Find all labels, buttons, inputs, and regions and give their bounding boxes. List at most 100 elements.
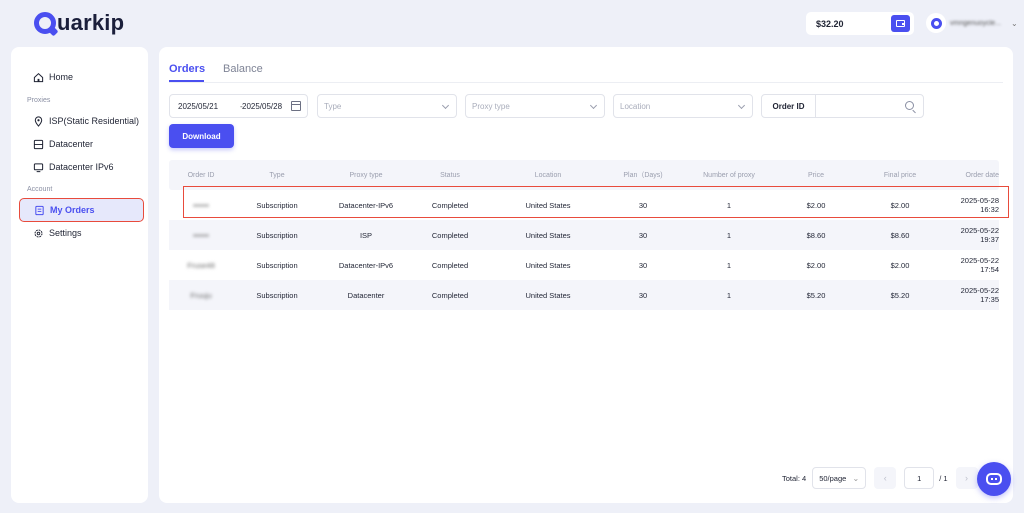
sidebar-item-label: ISP(Static Residential) bbox=[49, 116, 140, 126]
cell-type: Subscription bbox=[256, 200, 298, 210]
next-page-button[interactable]: › bbox=[955, 467, 978, 489]
cell-order-date: 2025-05-22 19:37 bbox=[960, 226, 999, 244]
sidebar: Home Proxies ISP(Static Residential) Dat… bbox=[11, 47, 148, 503]
prev-page-button[interactable]: ‹ bbox=[874, 467, 897, 489]
cell-order-date: 2025-05-22 17:35 bbox=[960, 286, 999, 304]
table-row[interactable]: Fruuju Subscription Datacenter Completed… bbox=[169, 280, 999, 310]
cell-location: United States bbox=[525, 290, 571, 300]
cell-location: United States bbox=[525, 200, 571, 210]
pagination: Total: 4 50/page ⌄ ‹ 1 / 1 › bbox=[782, 467, 978, 489]
cell-type: Subscription bbox=[256, 230, 298, 240]
table-row[interactable]: Fruse48 Subscription Datacenter-IPv6 Com… bbox=[169, 250, 999, 280]
table-row[interactable]: •••••• Subscription ISP Completed United… bbox=[169, 220, 999, 250]
per-page-select[interactable]: 50/page ⌄ bbox=[812, 467, 867, 489]
cell-type: Subscription bbox=[256, 290, 298, 300]
cell-order-date: 2025-05-28 16:32 bbox=[960, 196, 999, 214]
cell-final-price: $8.60 bbox=[890, 230, 910, 240]
cell-plan-days: 30 bbox=[638, 260, 648, 270]
chevron-down-icon bbox=[737, 101, 746, 110]
cell-proxy-type: Datacenter-IPv6 bbox=[338, 200, 394, 210]
chevron-down-icon bbox=[589, 101, 598, 110]
avatar-logo-icon bbox=[930, 17, 942, 29]
top-bar: uarkip $32.20 vmngenuoycle... ⌄ bbox=[0, 0, 1024, 46]
pagination-total: Total: 4 bbox=[782, 473, 807, 483]
cell-order-id: Fruuju bbox=[190, 290, 212, 300]
sidebar-item-home[interactable]: Home bbox=[19, 65, 144, 89]
cell-order-id: •••••• bbox=[193, 230, 209, 240]
server-icon bbox=[33, 139, 44, 150]
date-range-picker[interactable]: 2025/05/21 - 2025/05/28 bbox=[169, 94, 308, 118]
sidebar-item-datacenter-ipv6[interactable]: Datacenter IPv6 bbox=[19, 155, 144, 179]
date-end: 2025/05/28 bbox=[242, 101, 283, 111]
sidebar-item-settings[interactable]: Settings bbox=[19, 221, 144, 245]
cell-status: Completed bbox=[431, 260, 469, 270]
page-input[interactable]: 1 bbox=[904, 467, 935, 489]
tab-balance[interactable]: Balance bbox=[223, 63, 263, 75]
cell-plan-days: 30 bbox=[638, 200, 648, 210]
calendar-icon bbox=[291, 101, 301, 111]
username: vmngenuoycle... bbox=[950, 19, 1001, 27]
main-panel: Orders Balance 2025/05/21 - 2025/05/28 T… bbox=[159, 47, 1013, 503]
wallet-button[interactable] bbox=[891, 15, 910, 32]
order-id-search[interactable]: Order ID bbox=[761, 94, 924, 118]
cell-status: Completed bbox=[431, 230, 469, 240]
cell-price: $5.20 bbox=[806, 290, 826, 300]
cell-order-date: 2025-05-22 17:54 bbox=[960, 256, 999, 274]
section-label-proxies: Proxies bbox=[27, 97, 51, 104]
cell-order-id: Fruse48 bbox=[187, 260, 215, 270]
chevron-down-icon: ⌄ bbox=[1011, 18, 1018, 28]
type-placeholder: Type bbox=[324, 101, 342, 111]
balance-display: $32.20 bbox=[806, 12, 914, 35]
table-header: Order ID Type Proxy type Status Location… bbox=[169, 160, 999, 190]
cell-location: United States bbox=[525, 230, 571, 240]
sidebar-item-datacenter[interactable]: Datacenter bbox=[19, 132, 144, 156]
cell-number-of-proxy: 1 bbox=[726, 290, 732, 300]
monitor-icon bbox=[33, 162, 44, 173]
sidebar-item-label: Datacenter IPv6 bbox=[49, 162, 114, 172]
user-menu[interactable]: vmngenuoycle... ⌄ bbox=[926, 13, 1018, 33]
cell-price: $8.60 bbox=[806, 230, 826, 240]
location-select[interactable]: Location bbox=[613, 94, 753, 118]
cell-status: Completed bbox=[431, 290, 469, 300]
balance-amount: $32.20 bbox=[816, 18, 844, 29]
header-order-date: Order date bbox=[965, 171, 999, 179]
chevron-down-icon bbox=[441, 101, 450, 110]
avatar bbox=[926, 13, 946, 33]
tab-divider bbox=[169, 82, 1003, 83]
gear-icon bbox=[33, 228, 44, 239]
logo-mark-icon bbox=[34, 12, 56, 34]
cell-final-price: $5.20 bbox=[890, 290, 910, 300]
download-button[interactable]: Download bbox=[169, 124, 234, 148]
cell-final-price: $2.00 bbox=[890, 200, 910, 210]
chevron-down-icon: ⌄ bbox=[852, 473, 860, 483]
cell-price: $2.00 bbox=[806, 200, 826, 210]
sidebar-item-label: My Orders bbox=[50, 205, 95, 215]
header-location: Location bbox=[534, 171, 562, 179]
header-plan-days: Plan（Days) bbox=[623, 172, 663, 179]
sidebar-item-label: Home bbox=[49, 72, 74, 82]
sidebar-item-isp[interactable]: ISP(Static Residential) bbox=[19, 109, 144, 133]
location-placeholder: Location bbox=[620, 101, 651, 111]
chat-icon bbox=[986, 473, 1002, 485]
cell-number-of-proxy: 1 bbox=[726, 200, 732, 210]
proxy-type-placeholder: Proxy type bbox=[472, 101, 510, 111]
cell-order-id: •••••• bbox=[193, 200, 209, 210]
header-final-price: Final price bbox=[883, 171, 917, 179]
cell-number-of-proxy: 1 bbox=[726, 260, 732, 270]
cell-plan-days: 30 bbox=[638, 230, 648, 240]
table-row[interactable]: •••••• Subscription Datacenter-IPv6 Comp… bbox=[169, 190, 999, 220]
proxy-type-select[interactable]: Proxy type bbox=[465, 94, 605, 118]
chat-support-button[interactable] bbox=[977, 462, 1011, 496]
type-select[interactable]: Type bbox=[317, 94, 457, 118]
sidebar-item-my-orders[interactable]: My Orders bbox=[19, 198, 144, 222]
logo-text: uarkip bbox=[57, 10, 125, 35]
tab-orders[interactable]: Orders bbox=[169, 63, 205, 75]
date-start: 2025/05/21 bbox=[178, 101, 219, 111]
orders-icon bbox=[34, 205, 45, 216]
logo[interactable]: uarkip bbox=[34, 10, 124, 36]
page-total: / 1 bbox=[939, 473, 948, 483]
header-proxy-type: Proxy type bbox=[349, 171, 383, 179]
cell-proxy-type: ISP bbox=[359, 230, 373, 240]
cell-location: United States bbox=[525, 260, 571, 270]
search-icon[interactable] bbox=[905, 101, 914, 110]
